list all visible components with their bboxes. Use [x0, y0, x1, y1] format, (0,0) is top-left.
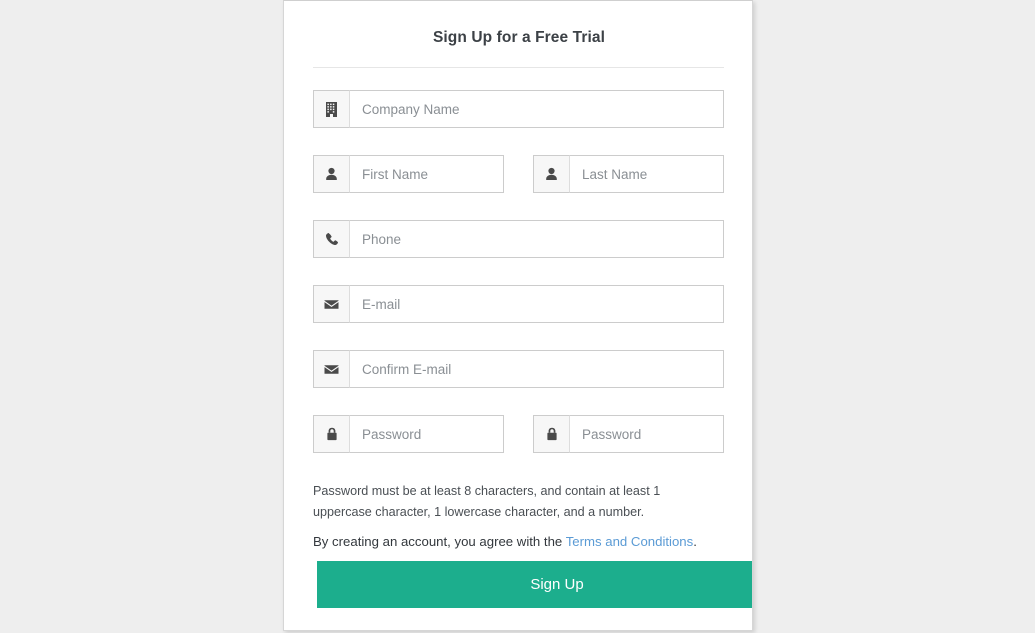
terms-agreement-text: By creating an account, you agree with t… [313, 533, 733, 551]
page-title: Sign Up for a Free Trial [432, 29, 606, 46]
input-group-phone [313, 220, 724, 258]
lock-icon [533, 415, 569, 453]
input-group-company-name [313, 90, 724, 128]
input-group-email [313, 285, 724, 323]
phone-icon [313, 220, 349, 258]
terms-suffix: . [693, 534, 697, 549]
field-row-phone [313, 220, 724, 258]
first-name-input[interactable] [349, 155, 504, 193]
last-name-input[interactable] [569, 155, 724, 193]
terms-prefix: By creating an account, you agree with t… [313, 534, 566, 549]
password-help-text: Password must be at least 8 characters, … [313, 484, 661, 519]
phone-input[interactable] [349, 220, 724, 258]
input-group-first-name [313, 155, 504, 193]
page-root: Sign Up for a Free Trial Company Name Fi… [0, 0, 1035, 633]
confirm-password-input[interactable] [569, 415, 724, 453]
field-row-passwords [313, 415, 724, 453]
input-group-password [313, 415, 504, 453]
field-row-email [313, 285, 724, 323]
field-row-confirm-email [313, 350, 724, 388]
input-group-last-name [533, 155, 724, 193]
card-inner: Sign Up for a Free Trial Company Name Fi… [284, 1, 752, 630]
email-input[interactable] [349, 285, 724, 323]
sign-up-button[interactable]: Sign Up [317, 561, 752, 608]
signup-form [313, 90, 724, 480]
building-icon [313, 90, 349, 128]
field-row-company [313, 90, 724, 128]
user-icon [533, 155, 569, 193]
envelope-icon [313, 285, 349, 323]
signup-card: Sign Up for a Free Trial Company Name Fi… [283, 0, 753, 631]
confirm-email-input[interactable] [349, 350, 724, 388]
user-icon [313, 155, 349, 193]
field-row-names [313, 155, 724, 193]
lock-icon [313, 415, 349, 453]
input-group-confirm-email [313, 350, 724, 388]
input-group-confirm-password [533, 415, 724, 453]
title-divider [313, 67, 724, 68]
envelope-icon [313, 350, 349, 388]
password-input[interactable] [349, 415, 504, 453]
terms-and-conditions-link[interactable]: Terms and Conditions [566, 534, 694, 549]
company-name-input[interactable] [349, 90, 724, 128]
